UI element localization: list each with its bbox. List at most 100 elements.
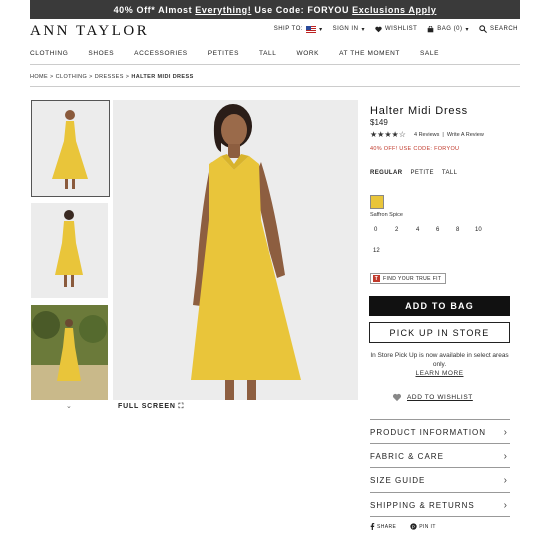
sign-in-label: SIGN IN — [332, 26, 359, 32]
breadcrumb-separator: > — [125, 74, 130, 80]
facebook-share-button[interactable]: SHARE — [370, 523, 396, 530]
color-name: Saffron Spice — [370, 212, 403, 218]
thumbnails-scroll-down-icon[interactable]: ⌄ — [66, 402, 72, 410]
bag-label: BAG (0) — [437, 26, 463, 32]
facebook-icon — [370, 523, 375, 530]
product-thumbnail[interactable] — [31, 203, 108, 298]
breadcrumb-separator: > — [50, 74, 54, 80]
breadcrumb-separator: > — [89, 74, 93, 80]
product-photo — [113, 100, 358, 400]
nav-item-petites[interactable]: PETITES — [208, 50, 239, 64]
chevron-right-icon: › — [503, 426, 508, 438]
sign-in-link[interactable]: SIGN IN ▾ — [333, 26, 365, 33]
nav-item-sale[interactable]: SALE — [420, 50, 439, 64]
breadcrumb: HOME > CLOTHING > DRESSES > HALTER MIDI … — [30, 74, 194, 80]
thumbnail-image-outdoor — [31, 305, 108, 400]
size-option[interactable]: 8 — [456, 227, 459, 233]
pinterest-share-button[interactable]: P PIN IT — [410, 523, 436, 530]
chevron-right-icon: › — [503, 499, 508, 511]
truefit-logo-icon: T — [373, 275, 380, 282]
nav-item-clothing[interactable]: CLOTHING — [30, 50, 68, 64]
promo-link-everything[interactable]: Everything! — [195, 5, 251, 15]
size-option[interactable]: 6 — [436, 227, 439, 233]
product-thumbnail[interactable] — [31, 100, 110, 197]
breadcrumb-dresses[interactable]: DRESSES — [95, 74, 124, 80]
size-type-tall[interactable]: TALL — [442, 170, 458, 176]
add-to-bag-button[interactable]: ADD TO BAG — [369, 296, 510, 316]
chevron-down-icon: ▾ — [465, 26, 469, 33]
main-nav: CLOTHING SHOES ACCESSORIES PETITES TALL … — [30, 50, 520, 65]
breadcrumb-home[interactable]: HOME — [30, 74, 48, 80]
reviews-links: 4 Reviews | Write A Review — [414, 132, 484, 138]
bag-icon — [427, 25, 434, 32]
share-bar: SHARE P PIN IT — [370, 523, 436, 530]
size-option[interactable]: 2 — [395, 227, 398, 233]
ship-to-label: SHIP TO: — [273, 26, 304, 32]
divider — [370, 516, 510, 517]
pin-label: PIN IT — [419, 523, 436, 530]
accordion-size-guide[interactable]: SIZE GUIDE › — [370, 467, 510, 492]
size-option[interactable]: 10 — [475, 227, 482, 233]
promo-link-exclusions[interactable]: Exclusions Apply — [352, 5, 436, 15]
nav-item-shoes[interactable]: SHOES — [88, 50, 114, 64]
wishlist-link[interactable]: WISHLIST — [375, 26, 417, 33]
size-type-petite[interactable]: PETITE — [410, 170, 433, 176]
thumbnail-image-front — [32, 101, 109, 196]
search-link[interactable]: SEARCH — [479, 25, 518, 33]
breadcrumb-current: HALTER MIDI DRESS — [131, 74, 194, 80]
chevron-right-icon: › — [503, 474, 508, 486]
add-to-wishlist-link[interactable]: ADD TO WISHLIST — [392, 393, 473, 402]
nav-item-tall[interactable]: TALL — [259, 50, 276, 64]
accordion-fabric-care[interactable]: FABRIC & CARE › — [370, 443, 510, 468]
utility-nav: SHIP TO: ▾ SIGN IN ▾ WISHLIST BAG (0) ▾ … — [274, 25, 518, 33]
search-label: SEARCH — [489, 26, 518, 32]
pick-up-in-store-button[interactable]: PICK UP IN STORE — [369, 322, 510, 343]
product-title: Halter Midi Dress — [370, 105, 468, 117]
promo-code-text: 40% OFF! USE CODE: FORYOU — [370, 146, 460, 152]
promo-text-1: 40% Off* Almost — [113, 4, 193, 15]
us-flag-icon — [306, 25, 317, 33]
accordion-label: PRODUCT INFORMATION — [370, 427, 487, 437]
chevron-down-icon: ▾ — [361, 26, 365, 33]
true-fit-button[interactable]: T FIND YOUR TRUE FIT — [370, 273, 447, 284]
color-swatch[interactable] — [370, 195, 384, 209]
size-type-regular[interactable]: REGULAR — [370, 170, 402, 176]
svg-text:P: P — [412, 524, 416, 530]
fullscreen-icon: ⛶ — [178, 403, 185, 410]
accordion-shipping-returns[interactable]: SHIPPING & RETURNS › — [370, 492, 510, 517]
size-option[interactable]: 4 — [416, 227, 419, 233]
true-fit-label: FIND YOUR TRUE FIT — [383, 275, 442, 282]
learn-more-link[interactable]: LEARN MORE — [369, 369, 510, 378]
rating-stars-icon[interactable]: ★★★★☆ — [370, 130, 406, 139]
ship-to-selector[interactable]: SHIP TO: ▾ — [273, 25, 323, 33]
pickup-note-text: In Store Pick Up is now available in sel… — [370, 352, 509, 368]
bag-link[interactable]: BAG (0) ▾ — [427, 25, 469, 33]
size-option[interactable]: 12 — [373, 248, 380, 254]
reviews-count-link[interactable]: 4 Reviews — [414, 132, 439, 138]
product-price: $149 — [370, 118, 388, 127]
wishlist-label: WISHLIST — [384, 26, 418, 32]
share-label: SHARE — [377, 523, 397, 530]
heart-icon — [375, 26, 382, 32]
promo-text-code: Use Code: FORYOU — [254, 4, 350, 15]
fullscreen-button[interactable]: FULL SCREEN ⛶ — [118, 403, 184, 411]
write-review-link[interactable]: Write A Review — [447, 132, 484, 138]
nav-item-work[interactable]: WORK — [296, 50, 319, 64]
breadcrumb-clothing[interactable]: CLOTHING — [56, 74, 88, 80]
brand-logo[interactable]: ANN TAYLOR — [30, 23, 149, 40]
size-option[interactable]: 0 — [374, 227, 377, 233]
divider — [30, 86, 520, 87]
accordion-label: SHIPPING & RETURNS — [370, 500, 475, 510]
add-to-wishlist-label: ADD TO WISHLIST — [407, 394, 473, 401]
accordion-label: SIZE GUIDE — [370, 475, 426, 485]
main-product-image[interactable] — [113, 100, 358, 400]
search-icon — [479, 25, 487, 33]
nav-item-at-the-moment[interactable]: AT THE MOMENT — [339, 50, 400, 64]
chevron-right-icon: › — [503, 450, 508, 462]
pickup-note: In Store Pick Up is now available in sel… — [369, 351, 510, 378]
fullscreen-label: FULL SCREEN — [118, 403, 176, 410]
accordion-product-information[interactable]: PRODUCT INFORMATION › — [370, 419, 510, 444]
promo-banner[interactable]: 40% Off* Almost Everything! Use Code: FO… — [30, 0, 520, 19]
nav-item-accessories[interactable]: ACCESSORIES — [134, 50, 188, 64]
product-thumbnail[interactable] — [31, 305, 108, 400]
